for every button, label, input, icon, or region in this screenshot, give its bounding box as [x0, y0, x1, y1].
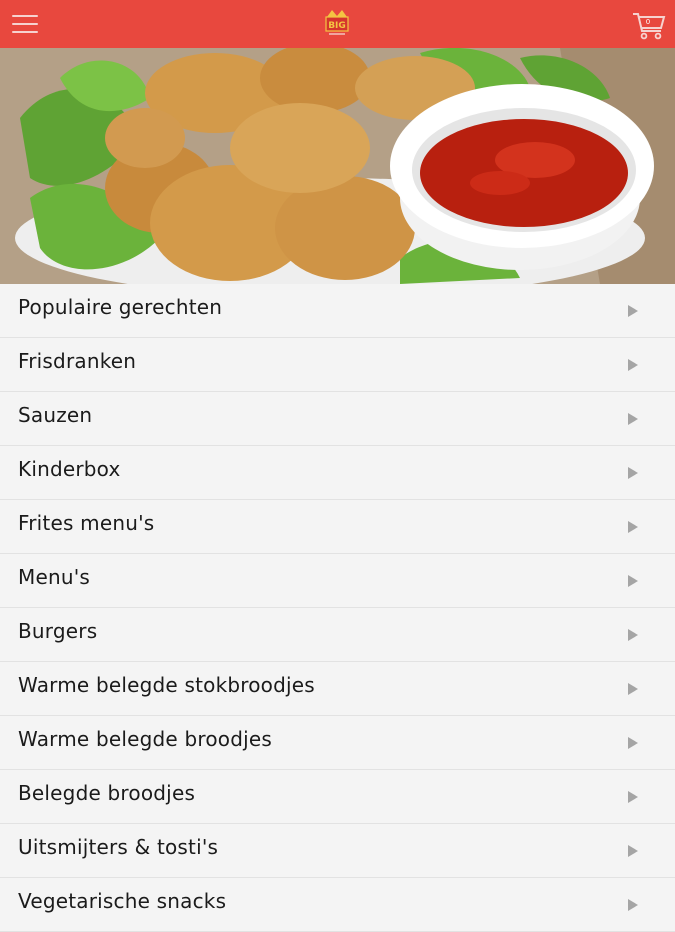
category-item[interactable]: Frisdranken: [0, 338, 675, 392]
hero-image: [0, 48, 675, 284]
category-label: Frites menu's: [18, 511, 155, 535]
top-app-bar: BIG 0: [0, 0, 675, 48]
category-item[interactable]: Warme belegde broodjes: [0, 716, 675, 770]
cart-count-badge: 0: [645, 18, 651, 26]
category-label: Kinderbox: [18, 457, 121, 481]
category-item[interactable]: Burgers: [0, 608, 675, 662]
category-label: Menu's: [18, 565, 91, 589]
category-item[interactable]: Kinderbox: [0, 446, 675, 500]
chevron-right-icon: [628, 305, 638, 317]
hamburger-line: [12, 31, 38, 33]
category-label: Uitsmijters & tosti's: [18, 835, 219, 859]
category-label: Warme belegde stokbroodjes: [18, 673, 315, 697]
category-item[interactable]: Uitsmijters & tosti's: [0, 824, 675, 878]
category-label: Vegetarische snacks: [18, 889, 227, 913]
chevron-right-icon: [628, 413, 638, 425]
category-label: Belegde broodjes: [18, 781, 196, 805]
category-item[interactable]: Sauzen: [0, 392, 675, 446]
chevron-right-icon: [628, 359, 638, 371]
chevron-right-icon: [628, 629, 638, 641]
chevron-right-icon: [628, 845, 638, 857]
category-label: Warme belegde broodjes: [18, 727, 273, 751]
category-label: Burgers: [18, 619, 98, 643]
category-item[interactable]: Frites menu's: [0, 500, 675, 554]
shopping-cart-button[interactable]: 0: [630, 8, 668, 42]
chevron-right-icon: [628, 737, 638, 749]
category-item[interactable]: Populaire gerechten: [0, 284, 675, 338]
category-label: Populaire gerechten: [18, 295, 223, 319]
chevron-right-icon: [628, 791, 638, 803]
category-item[interactable]: Warme belegde stokbroodjes: [0, 662, 675, 716]
chevron-right-icon: [628, 683, 638, 695]
category-item[interactable]: Vegetarische snacks: [0, 878, 675, 932]
chevron-right-icon: [628, 575, 638, 587]
hamburger-line: [12, 23, 38, 25]
category-item[interactable]: Menu's: [0, 554, 675, 608]
category-list: Populaire gerechten Frisdranken Sauzen K…: [0, 284, 675, 932]
category-item[interactable]: Belegde broodjes: [0, 770, 675, 824]
hamburger-line: [12, 15, 38, 17]
category-label: Sauzen: [18, 403, 93, 427]
chevron-right-icon: [628, 899, 638, 911]
chevron-right-icon: [628, 521, 638, 533]
chevron-right-icon: [628, 467, 638, 479]
logo-icon[interactable]: BIG: [318, 7, 356, 41]
logo-text: BIG: [328, 21, 346, 31]
category-label: Frisdranken: [18, 349, 137, 373]
hamburger-menu-button[interactable]: [10, 11, 40, 37]
